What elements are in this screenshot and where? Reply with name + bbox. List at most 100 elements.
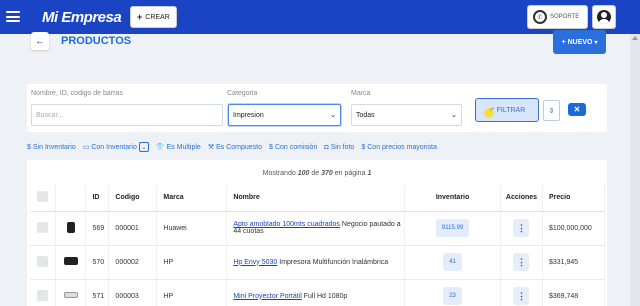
- summary-count: 100: [297, 170, 310, 177]
- arrow-left-icon: ←: [35, 35, 45, 47]
- cell-inventario: 23: [404, 279, 501, 306]
- table-row[interactable]: 571 000003 HP Mini Proyector Portátil Fu…: [30, 279, 606, 306]
- crear-label: CREAR: [145, 13, 170, 21]
- cell-marca: HP: [156, 279, 228, 306]
- header-precio[interactable]: Precio: [542, 185, 606, 212]
- cell-nombre: Mini Proyector Portátil Full Hd 1080p: [226, 279, 406, 306]
- chip-es-multiple[interactable]: 👕 Es Multiple: [155, 143, 201, 152]
- products-table-card: Mostrando 100 de 370 en página 1 ID Codi…: [27, 160, 607, 306]
- header-nombre[interactable]: Nombre: [226, 185, 406, 212]
- cell-marca: Huawei: [156, 211, 228, 246]
- scroll-up-icon[interactable]: [632, 36, 638, 40]
- product-image: [55, 279, 87, 306]
- cell-id: 569: [85, 211, 110, 246]
- header-marca[interactable]: Marca: [156, 185, 228, 212]
- chip-sin-foto[interactable]: ◘ Sin foto: [324, 144, 354, 151]
- search-input[interactable]: Buscar...: [31, 104, 223, 126]
- search-label: Nombre, ID, codigo de barras: [31, 90, 123, 97]
- plus-icon: +: [137, 12, 143, 22]
- cell-acciones: ⋮: [500, 279, 543, 306]
- row-checkbox-cell: [30, 279, 57, 306]
- product-description: Impresora Multifunción Inalámbrica: [279, 258, 389, 266]
- header-id[interactable]: ID: [85, 185, 110, 212]
- page-title: PRODUCTOS: [61, 35, 132, 47]
- categoria-label: Categoria: [227, 90, 258, 97]
- summary-prefix: Mostrando: [262, 170, 296, 177]
- chevron-down-icon[interactable]: ⌄: [138, 142, 149, 152]
- sort-order-button[interactable]: ⇕: [543, 100, 560, 121]
- cell-precio: $331,945: [542, 245, 606, 280]
- dollar-icon: $: [361, 143, 366, 151]
- row-checkbox[interactable]: [37, 255, 49, 267]
- table-header-row: ID Codigo Marca Nombre Inventario Accion…: [30, 185, 606, 212]
- categoria-select[interactable]: Impresion ⌄: [228, 104, 341, 126]
- shirt-icon: 👕: [155, 144, 165, 151]
- cell-codigo: 000001: [108, 211, 158, 246]
- user-menu-button[interactable]: [592, 5, 616, 29]
- product-image: [55, 211, 87, 246]
- cell-nombre: Hp Envy 5030 Impresora Multifunción Inal…: [226, 245, 406, 280]
- camera-icon: ◘: [324, 143, 329, 151]
- summary-page-text: en página: [334, 170, 366, 177]
- cell-id: 570: [85, 245, 110, 280]
- nuevo-label: NUEVO: [567, 38, 593, 46]
- inventario-badge[interactable]: 41: [443, 253, 462, 271]
- chip-es-compuesto[interactable]: ⚒ Es Compuesto: [207, 143, 262, 152]
- row-checkbox[interactable]: [37, 289, 49, 301]
- row-checkbox-cell: [30, 245, 57, 280]
- product-link[interactable]: Apto amoblado 100mts cuadrados: [233, 221, 340, 228]
- dollar-icon: $: [269, 143, 273, 151]
- cell-precio: $369,748: [542, 279, 606, 306]
- filtrar-label: FILTRAR: [496, 106, 526, 114]
- cell-codigo: 000003: [108, 279, 158, 306]
- product-link[interactable]: Hp Envy 5030: [233, 259, 277, 266]
- chevron-down-icon: ⌄: [330, 112, 336, 119]
- nuevo-button[interactable]: + NUEVO ▾: [553, 30, 606, 54]
- dollar-icon: $: [27, 143, 31, 151]
- header-inventario[interactable]: Inventario: [404, 185, 501, 212]
- chip-sin-inventario[interactable]: $ Sin Inventario: [27, 144, 76, 151]
- chip-label: Con comisión: [274, 143, 318, 151]
- chip-con-inventario[interactable]: ▭ Con Inventario ⌄: [83, 142, 149, 152]
- row-checkbox[interactable]: [37, 221, 49, 233]
- select-all-checkbox-cell: [30, 185, 57, 212]
- marca-label: Marca: [351, 90, 371, 97]
- cell-inventario: 9115.99: [404, 211, 501, 246]
- table-row[interactable]: 569 000001 Huawei Apto amoblado 100mts c…: [30, 211, 606, 246]
- shirts-icon: ⚒: [207, 144, 215, 151]
- inventario-badge[interactable]: 9115.99: [435, 219, 470, 237]
- table-row[interactable]: 570 000002 HP Hp Envy 5030 Impresora Mul…: [30, 245, 606, 280]
- summary-of: de: [311, 170, 320, 177]
- header-codigo[interactable]: Codigo: [108, 185, 158, 212]
- row-actions-button[interactable]: ⋮: [513, 287, 530, 305]
- scrollbar[interactable]: [630, 34, 640, 306]
- chip-con-comision[interactable]: $ Con comisión: [269, 144, 317, 151]
- caret-down-icon: ▾: [594, 39, 598, 46]
- marca-select[interactable]: Todas ⌄: [351, 104, 462, 126]
- row-actions-button[interactable]: ⋮: [513, 219, 530, 237]
- chip-label: Con Inventario: [91, 143, 137, 151]
- row-actions-button[interactable]: ⋮: [513, 253, 530, 271]
- row-checkbox-cell: [30, 211, 57, 246]
- product-link[interactable]: Mini Proyector Portátil: [233, 293, 301, 300]
- select-all-checkbox[interactable]: [37, 191, 49, 203]
- app-logo[interactable]: Mi Empresa: [42, 9, 122, 26]
- soporte-button[interactable]: ✆ SOPORTE: [527, 5, 588, 29]
- user-icon: [597, 10, 611, 24]
- smartwatch-thumbnail: [66, 221, 75, 233]
- crear-button[interactable]: + CREAR: [130, 6, 177, 28]
- menu-icon[interactable]: [6, 11, 20, 22]
- chip-precios-mayorista[interactable]: $ Con precios mayorista: [361, 144, 437, 151]
- cell-nombre: Apto amoblado 100mts cuadrados Negocio p…: [226, 211, 406, 246]
- marca-value: Todas: [356, 111, 375, 119]
- results-summary: Mostrando 100 de 370 en página 1: [27, 170, 607, 177]
- cursor-highlight: [484, 108, 494, 118]
- backspace-icon: ✕: [573, 105, 581, 114]
- back-button[interactable]: ←: [31, 32, 49, 50]
- cell-codigo: 000002: [108, 245, 158, 280]
- inventario-badge[interactable]: 23: [443, 287, 462, 305]
- chip-label: Con precios mayorista: [367, 143, 437, 151]
- clear-filters-button[interactable]: ✕: [568, 103, 586, 116]
- categoria-value: Impresion: [233, 111, 264, 119]
- cell-inventario: 41: [404, 245, 501, 280]
